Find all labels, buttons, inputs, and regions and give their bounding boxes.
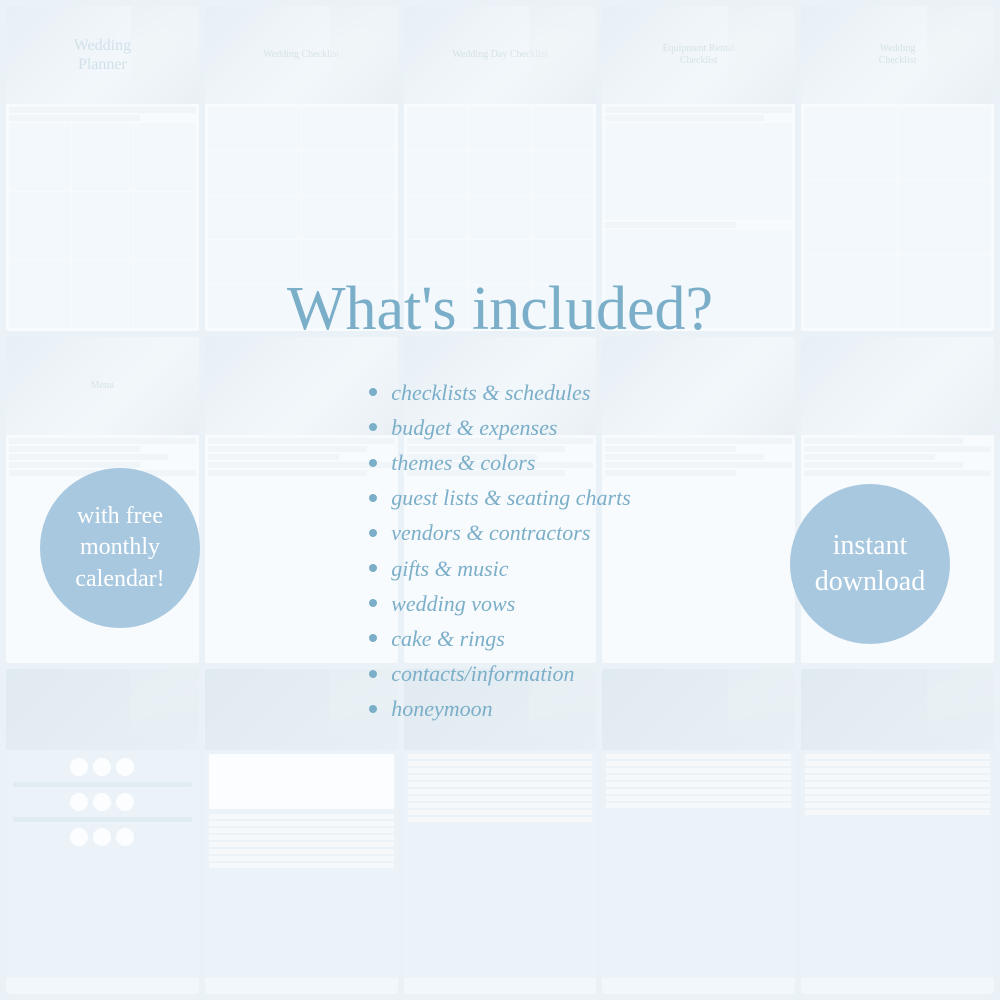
list-item-vows: wedding vows — [369, 586, 631, 621]
list-item-guest-lists: guest lists & seating charts — [369, 480, 631, 515]
list-item-vendors: vendors & contractors — [369, 515, 631, 550]
main-container: WeddingPlanner Wedding Checklist — [0, 0, 1000, 1000]
bullet-icon — [369, 705, 377, 713]
list-item-contacts: contacts/information — [369, 656, 631, 691]
list-item-honeymoon: honeymoon — [369, 691, 631, 726]
bullet-icon — [369, 423, 377, 431]
heading-section: What's included? — [287, 274, 713, 365]
list-item-checklists: checklists & schedules — [369, 375, 631, 410]
bullet-icon — [369, 634, 377, 642]
bullet-icon — [369, 670, 377, 678]
list-item-themes: themes & colors — [369, 445, 631, 480]
bullet-icon — [369, 388, 377, 396]
bullet-icon — [369, 564, 377, 572]
list-item-gifts: gifts & music — [369, 551, 631, 586]
bullet-icon — [369, 459, 377, 467]
badge-left-text: with free monthly calendar! — [40, 491, 200, 605]
instant-download-badge: instant download — [790, 484, 950, 644]
list-item-budget: budget & expenses — [369, 410, 631, 445]
bullet-icon — [369, 494, 377, 502]
bullet-icon — [369, 599, 377, 607]
bullet-icon — [369, 529, 377, 537]
content-overlay: with free monthly calendar! instant down… — [0, 0, 1000, 1000]
whats-included-heading: What's included? — [287, 274, 713, 345]
included-list: checklists & schedules budget & expenses… — [369, 375, 631, 727]
badge-right-text: instant download — [790, 518, 950, 611]
free-calendar-badge: with free monthly calendar! — [40, 468, 200, 628]
list-item-cake: cake & rings — [369, 621, 631, 656]
